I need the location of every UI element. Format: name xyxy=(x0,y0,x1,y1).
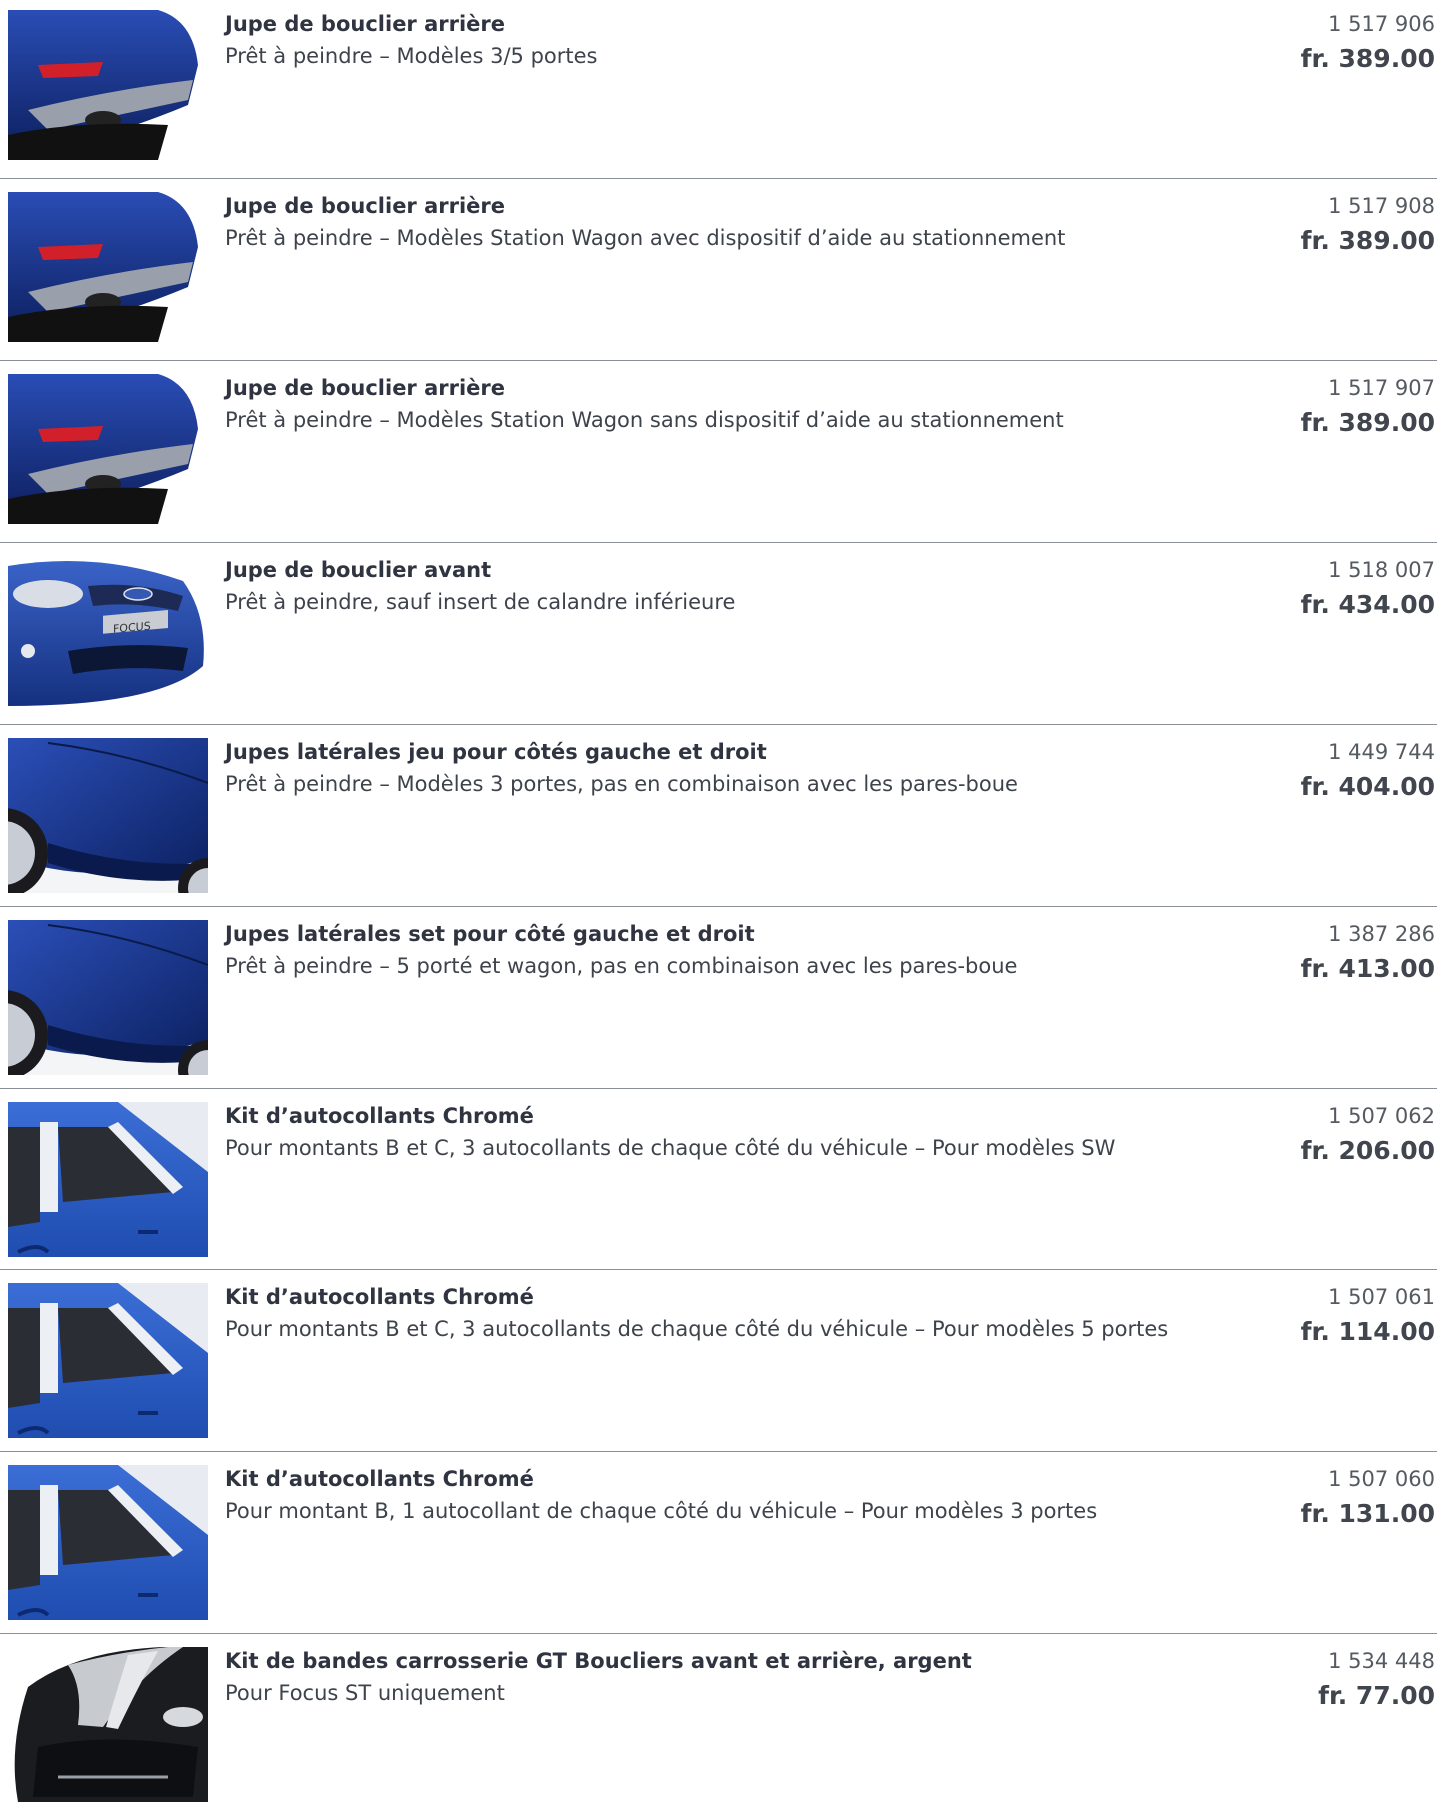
part-number: 1 449 744 xyxy=(1328,740,1435,764)
part-number: 1 534 448 xyxy=(1328,1649,1435,1673)
product-description: Prêt à peindre – Modèles Station Wagon s… xyxy=(225,408,1064,432)
separator xyxy=(0,178,1437,179)
product-title: Jupe de bouclier arrière xyxy=(225,376,506,400)
separator xyxy=(0,1088,1437,1089)
product-title: Jupes latérales set pour côté gauche et … xyxy=(225,922,755,946)
product-description: Prêt à peindre – 5 porté et wagon, pas e… xyxy=(225,954,1018,978)
price: fr. 404.00 xyxy=(1300,772,1435,801)
part-number: 1 507 060 xyxy=(1328,1467,1435,1491)
list-item: Kit d’autocollants Chromé Pour montants … xyxy=(0,1273,1437,1455)
product-description: Prêt à peindre – Modèles Station Wagon a… xyxy=(225,226,1066,250)
separator xyxy=(0,360,1437,361)
price: fr. 434.00 xyxy=(1300,590,1435,619)
part-number: 1 387 286 xyxy=(1328,922,1435,946)
chrome-pillar-image xyxy=(8,1283,208,1438)
list-item: Kit d’autocollants Chromé Pour montant B… xyxy=(0,1455,1437,1637)
part-number: 1 518 007 xyxy=(1328,558,1435,582)
product-title: Jupe de bouclier avant xyxy=(225,558,492,582)
list-item: Jupe de bouclier arrière Prêt à peindre … xyxy=(0,182,1437,364)
product-description: Pour montants B et C, 3 autocollants de … xyxy=(225,1317,1169,1341)
chrome-pillar-image xyxy=(8,1102,208,1257)
product-title: Jupe de bouclier arrière xyxy=(225,194,506,218)
front-bumper-image: FOCUS xyxy=(8,556,208,711)
separator xyxy=(0,906,1437,907)
product-description: Prêt à peindre – Modèles 3/5 portes xyxy=(225,44,598,68)
list-item: Jupes latérales set pour côté gauche et … xyxy=(0,910,1437,1092)
separator xyxy=(0,1269,1437,1270)
list-item: Jupe de bouclier arrière Prêt à peindre … xyxy=(0,364,1437,546)
price: fr. 77.00 xyxy=(1318,1681,1435,1710)
gt-stripe-image xyxy=(8,1647,208,1802)
price: fr. 413.00 xyxy=(1300,954,1435,983)
part-number: 1 517 908 xyxy=(1328,194,1435,218)
product-title: Jupe de bouclier arrière xyxy=(225,12,506,36)
rear-bumper-image xyxy=(8,192,208,347)
product-description: Pour Focus ST uniquement xyxy=(225,1681,505,1705)
separator xyxy=(0,542,1437,543)
separator xyxy=(0,1451,1437,1452)
rear-bumper-image xyxy=(8,374,208,529)
price: fr. 389.00 xyxy=(1300,226,1435,255)
list-item: FOCUS Jupe de bouclier avant Prêt à pein… xyxy=(0,546,1437,728)
separator xyxy=(0,724,1437,725)
list-item: Kit de bandes carrosserie GT Boucliers a… xyxy=(0,1637,1437,1802)
list-item: Jupe de bouclier arrière Prêt à peindre … xyxy=(0,0,1437,182)
part-number: 1 507 062 xyxy=(1328,1104,1435,1128)
price: fr. 131.00 xyxy=(1300,1499,1435,1528)
separator xyxy=(0,1633,1437,1634)
product-title: Kit de bandes carrosserie GT Boucliers a… xyxy=(225,1649,972,1673)
list-item: Jupes latérales jeu pour côtés gauche et… xyxy=(0,728,1437,910)
price: fr. 114.00 xyxy=(1300,1317,1435,1346)
price: fr. 389.00 xyxy=(1300,44,1435,73)
product-description: Prêt à peindre, sauf insert de calandre … xyxy=(225,590,736,614)
rear-bumper-image xyxy=(8,10,208,165)
price: fr. 206.00 xyxy=(1300,1136,1435,1165)
part-number: 1 507 061 xyxy=(1328,1285,1435,1309)
part-number: 1 517 906 xyxy=(1328,12,1435,36)
product-description: Pour montant B, 1 autocollant de chaque … xyxy=(225,1499,1098,1523)
side-skirt-image xyxy=(8,738,208,893)
product-title: Kit d’autocollants Chromé xyxy=(225,1467,534,1491)
product-description: Pour montants B et C, 3 autocollants de … xyxy=(225,1136,1116,1160)
product-title: Kit d’autocollants Chromé xyxy=(225,1285,534,1309)
product-title: Kit d’autocollants Chromé xyxy=(225,1104,534,1128)
product-title: Jupes latérales jeu pour côtés gauche et… xyxy=(225,740,767,764)
price: fr. 389.00 xyxy=(1300,408,1435,437)
part-number: 1 517 907 xyxy=(1328,376,1435,400)
side-skirt-image xyxy=(8,920,208,1075)
product-description: Prêt à peindre – Modèles 3 portes, pas e… xyxy=(225,772,1018,796)
chrome-pillar-image xyxy=(8,1465,208,1620)
list-item: Kit d’autocollants Chromé Pour montants … xyxy=(0,1092,1437,1274)
